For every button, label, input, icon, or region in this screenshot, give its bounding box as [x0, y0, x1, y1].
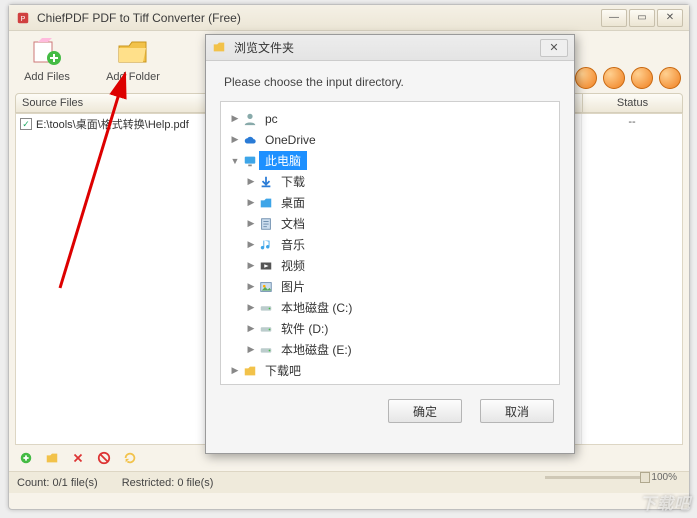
folder-y-icon — [241, 364, 259, 378]
tree-node-label: 桌面 — [275, 193, 311, 212]
deny-icon[interactable] — [95, 449, 113, 467]
close-button[interactable]: ✕ — [657, 9, 683, 27]
zoom-value: 100% — [651, 472, 677, 483]
expand-arrow-icon[interactable]: ▶ — [245, 218, 257, 229]
dialog-icon — [212, 40, 228, 56]
minimize-button[interactable]: — — [601, 9, 627, 27]
image-icon — [257, 280, 275, 294]
dialog-title: 浏览文件夹 — [234, 39, 294, 56]
refresh-icon[interactable] — [121, 449, 139, 467]
folder-tree[interactable]: ▶pc▶OneDrive▼此电脑▶下载▶桌面▶文档▶音乐▶视频▶图片▶本地磁盘 … — [220, 101, 560, 385]
expand-arrow-icon[interactable]: ▶ — [229, 113, 241, 124]
action-icons — [575, 67, 681, 89]
music-icon — [257, 238, 275, 252]
expand-arrow-icon[interactable]: ▶ — [245, 344, 257, 355]
video-icon — [257, 259, 275, 273]
expand-arrow-icon[interactable]: ▶ — [245, 260, 257, 271]
tree-node-label: 本地磁盘 (E:) — [275, 340, 358, 359]
action-icon-4[interactable] — [659, 67, 681, 89]
action-icon-2[interactable] — [603, 67, 625, 89]
tree-node[interactable]: ▶ 下载吧 — [225, 360, 555, 381]
drive-icon — [257, 343, 275, 357]
main-titlebar: P ChiefPDF PDF to Tiff Converter (Free) … — [9, 5, 689, 31]
tree-node-label: 本地磁盘 (C:) — [275, 298, 358, 317]
tree-node[interactable]: ▶ 本地磁盘 (C:) — [225, 297, 555, 318]
cancel-button[interactable]: 取消 — [480, 399, 554, 423]
app-icon: P — [15, 10, 31, 26]
status-cell: -- — [582, 114, 682, 444]
tree-node[interactable]: ▶ 桌面 — [225, 192, 555, 213]
browse-folder-dialog: 浏览文件夹 ✕ Please choose the input director… — [205, 34, 575, 454]
delete-icon[interactable] — [69, 449, 87, 467]
tree-node[interactable]: ▶ 文档 — [225, 213, 555, 234]
tree-node[interactable]: ▶ 本地磁盘 (E:) — [225, 339, 555, 360]
tree-node-label: 图片 — [275, 277, 311, 296]
status-count: Count: 0/1 file(s) — [17, 477, 98, 489]
drive-icon — [257, 301, 275, 315]
expand-arrow-icon[interactable]: ▶ — [245, 239, 257, 250]
add-icon[interactable] — [17, 449, 35, 467]
svg-text:P: P — [21, 15, 26, 22]
tree-node[interactable]: ▶ 音乐 — [225, 234, 555, 255]
dialog-titlebar: 浏览文件夹 ✕ — [206, 35, 574, 61]
tree-node-label: pc — [259, 111, 284, 127]
status-restricted: Restricted: 0 file(s) — [122, 477, 214, 489]
status-value: -- — [628, 116, 635, 444]
tree-node-label: 视频 — [275, 256, 311, 275]
slider-thumb[interactable] — [640, 472, 650, 483]
zoom-slider[interactable]: 100% — [545, 472, 677, 483]
download-icon — [257, 175, 275, 189]
expand-arrow-icon[interactable]: ▶ — [245, 302, 257, 313]
expand-arrow-icon[interactable]: ▶ — [229, 365, 241, 376]
tree-node[interactable]: ▶ pc — [225, 108, 555, 129]
slider-track[interactable] — [545, 476, 645, 479]
expand-arrow-icon[interactable]: ▶ — [229, 134, 241, 145]
add-folder-label: Add Folder — [106, 71, 160, 83]
file-path: E:\tools\桌面\格式转换\Help.pdf — [36, 116, 189, 132]
action-icon-1[interactable] — [575, 67, 597, 89]
tree-node-label: OneDrive — [259, 132, 322, 148]
tree-node[interactable]: ▶ 图片 — [225, 276, 555, 297]
expand-arrow-icon[interactable]: ▼ — [229, 156, 241, 166]
maximize-button[interactable]: ▭ — [629, 9, 655, 27]
expand-arrow-icon[interactable]: ▶ — [245, 323, 257, 334]
tree-node-label: 下载吧 — [259, 361, 307, 380]
tree-node[interactable]: ▶ 软件 (D:) — [225, 318, 555, 339]
tree-node-label: 下载 — [275, 172, 311, 191]
folder-b-icon — [257, 196, 275, 210]
user-icon — [241, 112, 259, 126]
tree-node[interactable]: ▶ 视频 — [225, 255, 555, 276]
add-files-icon — [29, 35, 65, 69]
action-icon-3[interactable] — [631, 67, 653, 89]
col-status[interactable]: Status — [583, 93, 683, 113]
monitor-icon — [241, 154, 259, 168]
doc-icon — [257, 217, 275, 231]
tree-node-label: 音乐 — [275, 235, 311, 254]
tree-node-label: 文档 — [275, 214, 311, 233]
tree-node-label: 软件 (D:) — [275, 319, 334, 338]
tree-node[interactable]: ▶ OneDrive — [225, 129, 555, 150]
checkbox-icon[interactable]: ✓ — [20, 118, 32, 130]
dialog-close-button[interactable]: ✕ — [540, 39, 568, 57]
dialog-prompt: Please choose the input directory. — [206, 61, 574, 97]
folder-icon[interactable] — [43, 449, 61, 467]
add-files-label: Add Files — [24, 71, 70, 83]
tree-node[interactable]: ▼ 此电脑 — [225, 150, 555, 171]
ok-button[interactable]: 确定 — [388, 399, 462, 423]
add-files-button[interactable]: Add Files — [17, 35, 77, 83]
window-title: ChiefPDF PDF to Tiff Converter (Free) — [37, 11, 241, 25]
add-folder-button[interactable]: Add Folder — [103, 35, 163, 83]
drive-icon — [257, 322, 275, 336]
tree-node-label: 此电脑 — [259, 151, 307, 170]
expand-arrow-icon[interactable]: ▶ — [245, 281, 257, 292]
add-folder-icon — [115, 35, 151, 69]
cloud-icon — [241, 133, 259, 147]
expand-arrow-icon[interactable]: ▶ — [245, 197, 257, 208]
tree-node[interactable]: ▶ 下载 — [225, 171, 555, 192]
watermark: 下载吧 — [640, 490, 691, 514]
expand-arrow-icon[interactable]: ▶ — [245, 176, 257, 187]
